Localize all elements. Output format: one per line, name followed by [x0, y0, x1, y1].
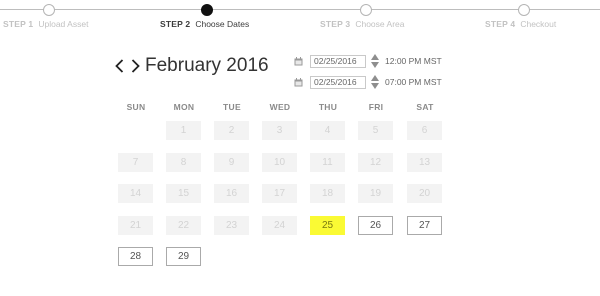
weekday-wed: WED [269, 102, 291, 112]
day-cell-2: 2 [214, 121, 249, 140]
day-cell-9: 9 [214, 153, 249, 172]
step-3-number: STEP 3 [320, 19, 351, 29]
step-1-marker[interactable] [43, 4, 55, 16]
weekday-thu: THU [318, 102, 338, 112]
weekday-sun: SUN [126, 102, 146, 112]
step-3-label[interactable]: STEP 3 Choose Area [320, 19, 405, 29]
step-4-marker[interactable] [518, 4, 530, 16]
day-cell-27[interactable]: 27 [407, 216, 442, 235]
calendar-icon[interactable] [294, 77, 303, 87]
day-cell-3: 3 [262, 121, 297, 140]
day-cell-5: 5 [358, 121, 393, 140]
day-cell-22: 22 [166, 216, 201, 235]
day-cell-20: 20 [407, 184, 442, 203]
weekday-mon: MON [173, 102, 195, 112]
step-2-label[interactable]: STEP 2 Choose Dates [160, 19, 249, 29]
day-cell-24: 24 [262, 216, 297, 235]
calendar-icon[interactable] [294, 56, 303, 66]
stepper-track [0, 9, 600, 10]
start-datetime-row: 02/25/2016 12:00 PM MST [294, 54, 442, 68]
weekday-tue: TUE [223, 102, 241, 112]
day-cell-6: 6 [407, 121, 442, 140]
month-navigation [113, 56, 141, 76]
day-cell-1: 1 [166, 121, 201, 140]
progress-stepper: STEP 1 Upload Asset STEP 2 Choose Dates ST… [0, 0, 600, 34]
day-cell-8: 8 [166, 153, 201, 172]
day-cell-17: 17 [262, 184, 297, 203]
day-cell-18: 18 [310, 184, 345, 203]
step-2-number: STEP 2 [160, 19, 191, 29]
day-cell-15: 15 [166, 184, 201, 203]
start-time-value[interactable]: 12:00 PM MST [385, 56, 442, 66]
end-date-input[interactable]: 02/25/2016 [310, 75, 366, 89]
day-cell-28[interactable]: 28 [118, 247, 153, 266]
day-cell-12: 12 [358, 153, 393, 172]
step-1-label[interactable]: STEP 1 Upload Asset [3, 19, 88, 29]
weekday-sat: SAT [416, 102, 434, 112]
day-cell-4: 4 [310, 121, 345, 140]
day-cell-21: 21 [118, 216, 153, 235]
step-2-name: Choose Dates [195, 19, 250, 29]
day-cell-14: 14 [118, 184, 153, 203]
step-4-name: Checkout [520, 19, 557, 29]
day-cell-10: 10 [262, 153, 297, 172]
step-1-number: STEP 1 [3, 19, 34, 29]
step-3-name: Choose Area [355, 19, 405, 29]
day-cell-23: 23 [214, 216, 249, 235]
up-down-spinner-icon[interactable] [371, 54, 379, 68]
day-cell-19: 19 [358, 184, 393, 203]
weekday-fri: FRI [368, 102, 384, 112]
step-4-label[interactable]: STEP 4 Checkout [485, 19, 556, 29]
day-cell-26[interactable]: 26 [358, 216, 393, 235]
chevron-right-icon[interactable] [129, 57, 141, 75]
day-cell-29[interactable]: 29 [166, 247, 201, 266]
step-4-number: STEP 4 [485, 19, 516, 29]
day-cell-16: 16 [214, 184, 249, 203]
day-cell-25[interactable]: 25 [310, 216, 345, 235]
step-2-marker[interactable] [201, 4, 213, 16]
up-down-spinner-icon[interactable] [371, 75, 379, 89]
step-1-name: Upload Asset [38, 19, 89, 29]
day-cell-11: 11 [310, 153, 345, 172]
start-date-input[interactable]: 02/25/2016 [310, 54, 366, 68]
end-datetime-row: 02/25/2016 07:00 PM MST [294, 75, 442, 89]
month-title: February 2016 [145, 55, 269, 76]
end-time-value[interactable]: 07:00 PM MST [385, 77, 442, 87]
step-3-marker[interactable] [360, 4, 372, 16]
day-cell-7: 7 [118, 153, 153, 172]
day-cell-13: 13 [407, 153, 442, 172]
chevron-left-icon[interactable] [113, 57, 125, 75]
